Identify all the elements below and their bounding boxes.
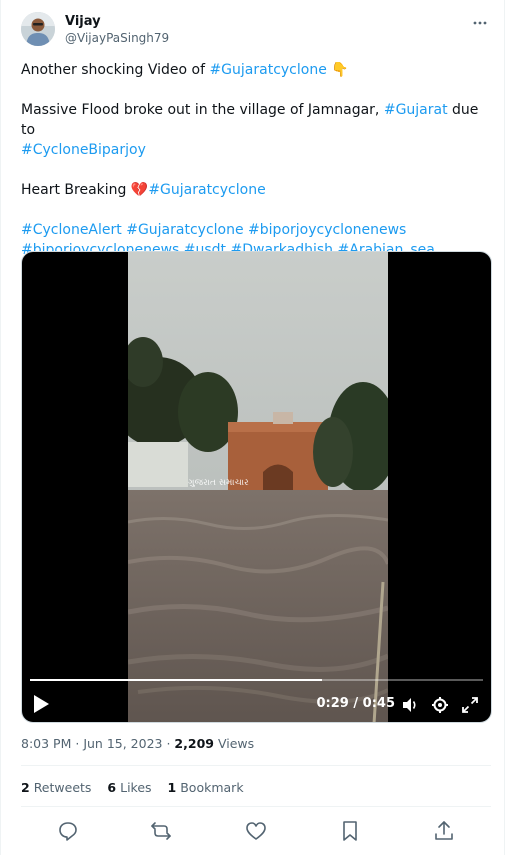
tweet-date[interactable]: Jun 15, 2023 [83,736,162,751]
tweet-time[interactable]: 8:03 PM [21,736,71,751]
video-overlay-caption: ગુજરાત સમાચાર [188,478,249,488]
bookmark-icon[interactable] [339,820,361,842]
tweet-text-segment: Massive Flood broke out in the village o… [21,102,384,118]
likes-stat[interactable]: 6 Likes [107,780,151,795]
tweet-header: Vijay @VijayPaSingh79 [21,12,491,48]
retweet-icon[interactable] [150,820,172,842]
tweet-line-1: Another shocking Video of #Gujaratcyclon… [21,60,491,80]
pointing-down-emoji: 👇 [331,62,349,78]
views-label: Views [217,736,255,751]
tweet-line-2: Massive Flood broke out in the village o… [21,100,491,140]
video-current-time: 0:29 [316,696,349,711]
reply-icon[interactable] [57,820,79,842]
avatar-image [21,12,55,46]
tweet-line-4: Heart Breaking 💔#Gujaratcyclone [21,180,491,200]
volume-icon[interactable] [401,696,419,714]
video-progress-bar[interactable] [30,679,483,681]
hashtag-link[interactable]: #Gujaratcyclone [209,62,326,78]
fullscreen-icon[interactable] [461,696,479,714]
video-frame[interactable]: ગુજરાત સમાચાર [128,252,388,722]
video-progress-fill [30,679,322,681]
video-duration: 0:45 [362,696,395,711]
tweet-actions [21,818,491,844]
flood-video-frame [128,252,388,722]
hashtag-link[interactable]: #Gujaratcyclone [126,222,243,238]
hashtag-link[interactable]: #CycloneBiparjoy [21,142,146,158]
play-icon[interactable] [32,694,50,714]
retweets-stat[interactable]: 2 Retweets [21,780,91,795]
likes-count: 6 [107,780,117,795]
tweet-text-segment: Heart Breaking [21,182,131,198]
bookmarks-stat[interactable]: 1 Bookmark [168,780,244,795]
retweets-count: 2 [21,780,30,795]
gear-icon[interactable] [431,696,449,714]
hashtag-link[interactable]: #Gujarat [384,102,448,118]
video-controls: 0:29 / 0:45 [22,688,491,720]
retweets-label: Retweets [33,780,92,795]
share-icon[interactable] [433,820,455,842]
avatar[interactable] [21,12,55,46]
tweet-meta: 8:03 PM · Jun 15, 2023 · 2,209 Views [21,736,255,751]
hashtag-link[interactable]: #Gujaratcyclone [148,182,265,198]
tweet-text: Another shocking Video of #Gujaratcyclon… [21,60,491,260]
video-player[interactable]: ગુજરાત સમાચાર 0:29 / 0:45 [21,251,492,723]
bookmarks-label: Bookmark [180,780,244,795]
broken-heart-emoji: 💔 [130,182,149,198]
more-icon[interactable] [469,12,491,34]
likes-label: Likes [120,780,152,795]
more-horizontal-icon [473,21,487,25]
video-time: 0:29 / 0:45 [316,696,396,711]
hashtag-link[interactable]: #biporjoycyclonenews [248,222,406,238]
tweet-container: Vijay @VijayPaSingh79 Another shocking V… [0,0,505,855]
divider [21,765,491,766]
author-name[interactable]: Vijay [65,14,101,29]
hashtag-link[interactable]: #CycloneAlert [21,222,122,238]
heart-icon[interactable] [245,820,267,842]
author-handle[interactable]: @VijayPaSingh79 [65,31,169,45]
tweet-line-3: #CycloneBiparjoy [21,140,491,160]
divider [21,806,491,807]
views-count: 2,209 [174,736,214,751]
bookmarks-count: 1 [167,780,177,795]
tweet-text-segment: Another shocking Video of [21,62,210,78]
hashtags-row-1: #CycloneAlert #Gujaratcyclone #biporjoyc… [21,220,491,240]
tweet-stats: 2 Retweets 6 Likes 1 Bookmark [21,780,244,795]
